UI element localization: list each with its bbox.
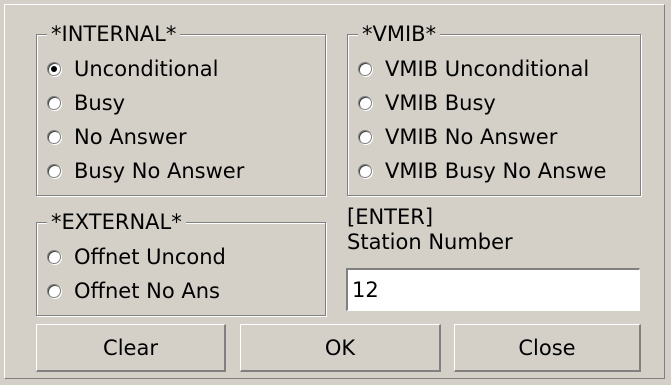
station-number-input[interactable] (346, 268, 640, 311)
close-button[interactable]: Close (454, 324, 641, 372)
radio-vmib-busy[interactable]: VMIB Busy (358, 89, 496, 117)
radio-unconditional[interactable]: Unconditional (47, 55, 218, 83)
internal-group: *INTERNAL* Unconditional Busy No Answer … (36, 20, 326, 196)
enter-label: [ENTER] (347, 205, 434, 229)
radio-vmib-busy-no-answer[interactable]: VMIB Busy No Answe (358, 157, 634, 185)
radio-unselected-icon (358, 62, 372, 76)
radio-unselected-icon (47, 284, 61, 298)
radio-unselected-icon (358, 130, 372, 144)
radio-unselected-icon (47, 96, 61, 110)
radio-unselected-icon (358, 96, 372, 110)
station-number-label: Station Number (347, 230, 513, 254)
radio-label: No Answer (74, 125, 187, 149)
radio-busy-no-answer[interactable]: Busy No Answer (47, 157, 244, 185)
radio-label: VMIB Unconditional (385, 57, 590, 81)
radio-label: Busy (74, 91, 126, 115)
internal-group-title: *INTERNAL* (47, 20, 181, 48)
radio-label: Busy No Answer (74, 159, 245, 183)
vmib-group-title: *VMIB* (358, 20, 441, 48)
radio-label: VMIB Busy (385, 91, 496, 115)
radio-label: VMIB No Answer (385, 125, 558, 149)
radio-unselected-icon (47, 250, 61, 264)
radio-label: Offnet Uncond (74, 245, 226, 269)
radio-unselected-icon (358, 164, 372, 178)
ok-button[interactable]: OK (240, 324, 441, 372)
external-group-title: *EXTERNAL* (47, 208, 186, 236)
radio-offnet-no-ans[interactable]: Offnet No Ans (47, 277, 220, 305)
radio-label: VMIB Busy No Answe (385, 159, 607, 183)
radio-vmib-no-answer[interactable]: VMIB No Answer (358, 123, 557, 151)
radio-label: Unconditional (74, 57, 219, 81)
radio-busy[interactable]: Busy (47, 89, 125, 117)
radio-unselected-icon (47, 164, 61, 178)
radio-offnet-uncond[interactable]: Offnet Uncond (47, 243, 226, 271)
radio-no-answer[interactable]: No Answer (47, 123, 187, 151)
radio-unselected-icon (47, 130, 61, 144)
external-group: *EXTERNAL* Offnet Uncond Offnet No Ans (36, 208, 326, 316)
radio-vmib-unconditional[interactable]: VMIB Unconditional (358, 55, 589, 83)
radio-selected-icon (47, 62, 61, 76)
clear-button[interactable]: Clear (36, 324, 226, 372)
vmib-group: *VMIB* VMIB Unconditional VMIB Busy VMIB… (347, 20, 641, 196)
radio-label: Offnet No Ans (74, 279, 220, 303)
